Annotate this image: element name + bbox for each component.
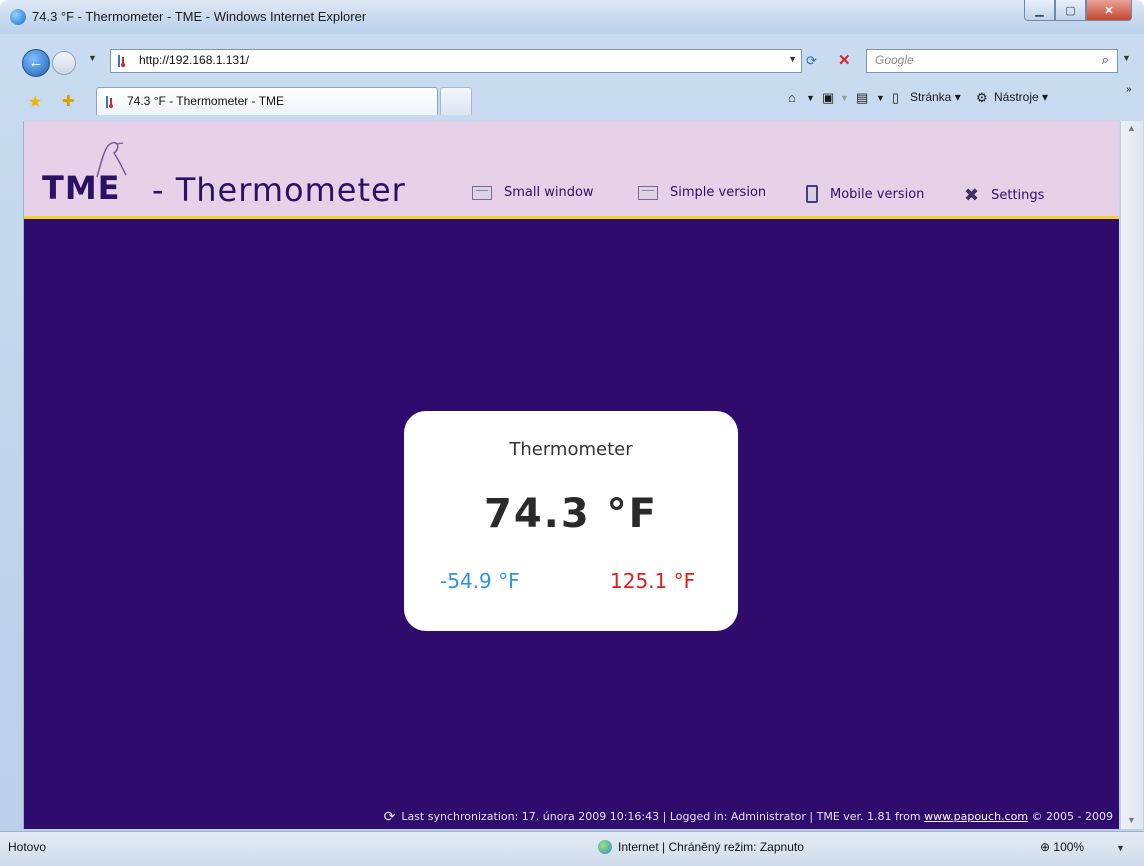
chevron-more-icon[interactable]: »	[1126, 84, 1132, 95]
vertical-scrollbar[interactable]: ▲ ▼	[1120, 121, 1143, 829]
window-icon	[472, 185, 492, 200]
menu-mobile-version-label: Mobile version	[830, 186, 925, 202]
menu-simple-version-label: Simple version	[670, 185, 767, 200]
page-icon: ▯	[892, 90, 900, 105]
min-temperature: -54.9 °F	[440, 569, 520, 593]
print-icon[interactable]: ▤	[856, 90, 868, 106]
footer-text: Last synchronization: 17. února 2009 10:…	[401, 810, 921, 823]
scroll-up-icon[interactable]: ▲	[1127, 123, 1136, 133]
settings-icon: ✖	[964, 185, 980, 206]
thermometer-card: Thermometer 74.3 °F -54.9 °F 125.1 °F	[404, 411, 738, 631]
search-placeholder[interactable]: Google	[875, 53, 914, 67]
window-icon	[638, 185, 658, 200]
menu-small-window[interactable]: Small window	[472, 185, 594, 200]
site-header: TME - Thermometer Small window Simple ve…	[24, 121, 1119, 219]
add-favorites-icon[interactable]: ✚	[62, 92, 75, 110]
window-controls: ▁ ▢ ✕	[1024, 0, 1132, 22]
menu-settings[interactable]: ✖ Settings	[964, 185, 1044, 206]
browser-window: 74.3 °F - Thermometer - TME - Windows In…	[0, 0, 1144, 866]
tools-menu-button[interactable]: Nástroje ▾	[994, 90, 1048, 104]
favorites-star-icon[interactable]: ★	[28, 92, 42, 112]
card-title: Thermometer	[509, 439, 633, 460]
tab-thermometer[interactable]: 74.3 °F - Thermometer - TME	[96, 87, 438, 115]
page-viewport: TME - Thermometer Small window Simple ve…	[23, 121, 1119, 829]
ie-icon	[10, 9, 26, 25]
forward-button[interactable]	[52, 51, 76, 75]
home-dropdown-icon[interactable]: ▼	[806, 93, 815, 103]
logo-tme: TME	[42, 169, 121, 207]
back-button[interactable]: ←	[22, 49, 50, 77]
close-button[interactable]: ✕	[1086, 0, 1132, 21]
search-icon[interactable]: ⌕	[1102, 52, 1109, 68]
footer-copyright: © 2005 - 2009	[1031, 810, 1113, 823]
menu-small-window-label: Small window	[504, 185, 594, 200]
stop-icon[interactable]: ✕	[838, 51, 851, 69]
feeds-dropdown-icon[interactable]: ▼	[840, 93, 849, 103]
page-menu-button[interactable]: Stránka ▾	[910, 90, 961, 104]
navigation-bar: ← ▼ http://192.168.1.131/ ▼ ⟳ ✕ Google ⌕…	[0, 43, 1144, 77]
refresh-icon[interactable]: ⟳	[806, 53, 817, 69]
address-url[interactable]: http://192.168.1.131/	[139, 53, 249, 67]
zoom-value: 100%	[1053, 840, 1085, 854]
tab-label: 74.3 °F - Thermometer - TME	[127, 94, 285, 108]
maximize-button[interactable]: ▢	[1055, 0, 1086, 21]
thermometer-favicon-icon	[118, 55, 125, 67]
menu-mobile-version[interactable]: Mobile version	[806, 185, 924, 203]
search-dropdown-icon[interactable]: ▼	[1122, 53, 1131, 63]
window-title: 74.3 °F - Thermometer - TME - Windows In…	[32, 9, 367, 24]
tools-menu-label: Nástroje	[994, 90, 1039, 104]
page-menu-label: Stránka	[910, 90, 952, 104]
globe-icon	[598, 840, 612, 854]
home-icon[interactable]: ⌂	[788, 90, 796, 105]
tools-gear-icon: ⚙	[976, 90, 988, 105]
address-dropdown-icon[interactable]: ▼	[788, 54, 797, 64]
max-temperature: 125.1 °F	[610, 569, 696, 593]
feeds-icon[interactable]: ▣	[822, 90, 834, 106]
menu-settings-label: Settings	[991, 188, 1045, 203]
print-dropdown-icon[interactable]: ▼	[876, 93, 885, 103]
mobile-icon	[806, 185, 818, 203]
zoom-level[interactable]: ⊕ 100%	[1040, 840, 1084, 854]
zoom-dropdown-icon[interactable]: ▼	[1116, 843, 1125, 853]
security-zone-label: Internet | Chráněný režim: Zapnuto	[618, 840, 804, 854]
tab-bar: ★ ✚ 74.3 °F - Thermometer - TME ⌂ ▼ ▣ ▼ …	[0, 84, 1144, 116]
status-bar: Hotovo Internet | Chráněný režim: Zapnut…	[0, 831, 1144, 866]
thermometer-favicon-icon	[106, 96, 113, 108]
page-footer: ⟳ Last synchronization: 17. února 2009 10…	[384, 809, 1113, 825]
new-tab-button[interactable]	[440, 87, 472, 115]
minimize-button[interactable]: ▁	[1024, 0, 1055, 21]
title-bar: 74.3 °F - Thermometer - TME - Windows In…	[0, 0, 1144, 34]
page-title: - Thermometer	[152, 171, 406, 209]
scroll-down-icon[interactable]: ▼	[1127, 815, 1136, 825]
current-temperature: 74.3 °F	[484, 491, 658, 537]
history-dropdown-icon[interactable]: ▼	[88, 53, 97, 63]
papouch-link[interactable]: www.papouch.com	[924, 810, 1028, 823]
search-box[interactable]: Google ⌕	[866, 49, 1118, 73]
menu-simple-version[interactable]: Simple version	[638, 185, 766, 200]
security-zone[interactable]: Internet | Chráněný režim: Zapnuto	[598, 840, 804, 854]
sync-icon: ⟳	[383, 809, 396, 825]
status-text: Hotovo	[8, 840, 47, 854]
address-bar[interactable]: http://192.168.1.131/ ▼	[110, 49, 802, 73]
